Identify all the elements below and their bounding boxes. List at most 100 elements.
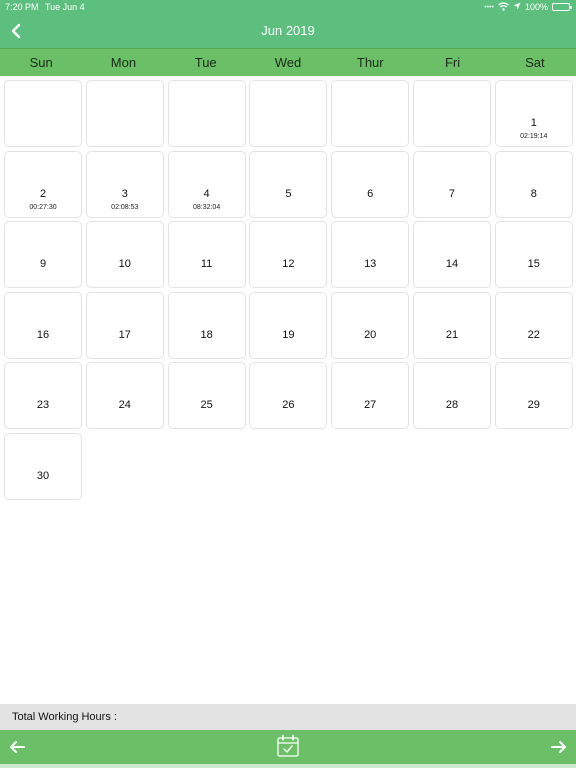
day-cell[interactable]: 7 [412,150,491,218]
day-cell[interactable]: 10 [85,221,164,288]
empty-day-cell [85,80,164,147]
day-working-hours: 02:19:14 [520,133,548,140]
day-number: 12 [282,258,295,270]
day-working-hours: 08:32:04 [192,203,221,211]
day-number: 29 [527,399,540,411]
status-time: 7:20 PM [5,2,39,12]
day-number: 24 [118,399,131,411]
day-number: 8 [530,187,537,200]
day-number: 1 [530,117,537,129]
next-month-button[interactable] [547,735,571,759]
bottom-strip [0,764,576,768]
day-cell[interactable]: 28 [412,362,491,429]
weekday-label: Tue [194,55,217,70]
calendar-grid: 1 02:19:14 2 00:27:30 3 02:08:53 4 08:32:04 5 6 7 8… [4,80,573,500]
day-number: 7 [448,187,456,200]
arrow-right-icon [551,741,566,753]
day-cell[interactable]: 18 [167,291,246,359]
day-cell[interactable]: 20 [331,291,410,359]
day-number: 17 [118,328,131,341]
status-bar: 7:20 PM Tue Jun 4 •••• 100% [0,0,576,14]
day-cell[interactable]: 15 [494,221,573,288]
day-cell[interactable]: 11 [167,221,246,288]
day-number: 23 [36,399,50,411]
day-cell[interactable]: 9 [4,221,82,288]
day-number: 26 [282,399,295,411]
day-working-hours: 02:08:53 [111,203,139,211]
weekday-label: Sun [29,55,53,70]
day-cell[interactable]: 5 [249,150,328,218]
day-cell[interactable]: 25 [167,362,246,429]
day-number: 5 [285,187,292,200]
empty-day-cell [249,80,328,147]
day-number: 16 [36,328,50,341]
empty-day-cell [331,80,410,147]
weekday-header: Sun Mon Tue Wed Thur Fri Sat [0,48,576,76]
empty-day-cell [167,80,246,147]
day-cell[interactable]: 1 02:19:14 [494,80,573,147]
day-number: 11 [200,258,213,270]
signal-icon: •••• [484,3,494,11]
day-number: 14 [445,258,459,270]
day-cell[interactable]: 30 [4,432,82,500]
day-number: 13 [364,258,377,270]
nav-bar: Jun 2019 [0,14,576,48]
empty-day-cell [412,80,491,147]
day-cell[interactable]: 24 [85,362,164,429]
day-number: 21 [445,328,459,341]
day-number: 20 [364,328,377,341]
day-cell[interactable]: 21 [412,291,491,359]
day-cell[interactable]: 4 08:32:04 [167,150,246,218]
battery-percent: 100% [524,2,548,12]
day-cell[interactable]: 8 [494,150,573,218]
day-number: 6 [367,187,374,200]
day-number: 25 [200,399,213,411]
day-number: 30 [36,469,50,482]
day-cell[interactable]: 16 [4,291,82,359]
day-number: 22 [527,328,540,341]
wifi-icon [498,1,509,13]
total-working-hours: Total Working Hours : [0,704,576,730]
today-button[interactable] [276,734,300,758]
previous-month-button[interactable] [5,735,29,759]
day-cell[interactable]: 12 [249,221,328,288]
status-date: Tue Jun 4 [45,2,85,12]
page-title: Jun 2019 [261,23,315,38]
day-number: 2 [39,187,47,200]
arrow-left-icon [10,741,25,753]
day-cell[interactable]: 17 [85,291,164,359]
empty-day-cell [4,80,82,147]
weekday-label: Mon [110,55,137,70]
day-number: 9 [39,258,47,270]
day-cell[interactable]: 27 [331,362,410,429]
location-arrow-icon [513,2,521,12]
calendar-screen: 7:20 PM Tue Jun 4 •••• 100% Jun 2019 Sun… [0,0,576,768]
day-number: 10 [118,258,131,270]
day-cell[interactable]: 22 [494,291,573,359]
weekday-label: Sat [525,55,545,70]
day-number: 15 [527,258,540,270]
day-cell[interactable]: 2 00:27:30 [4,150,82,218]
day-number: 3 [121,187,128,200]
day-cell[interactable]: 26 [249,362,328,429]
day-cell[interactable]: 23 [4,362,82,429]
weekday-label: Thur [356,55,384,70]
day-number: 28 [445,399,459,411]
day-cell[interactable]: 3 02:08:53 [85,150,164,218]
day-cell[interactable]: 14 [412,221,491,288]
day-cell[interactable]: 19 [249,291,328,359]
day-number: 27 [364,399,377,411]
day-cell[interactable]: 6 [331,150,410,218]
day-cell[interactable]: 29 [494,362,573,429]
bottom-toolbar [0,730,576,764]
weekday-label: Wed [274,55,302,70]
weekday-label: Fri [444,55,461,70]
status-indicators: •••• 100% [484,1,572,13]
header: 7:20 PM Tue Jun 4 •••• 100% Jun 2019 [0,0,576,48]
battery-icon [552,3,572,11]
calendar-check-icon [277,734,299,757]
day-cell[interactable]: 13 [331,221,410,288]
day-number: 19 [282,328,295,341]
day-number: 18 [200,328,213,341]
day-number: 4 [203,187,210,200]
